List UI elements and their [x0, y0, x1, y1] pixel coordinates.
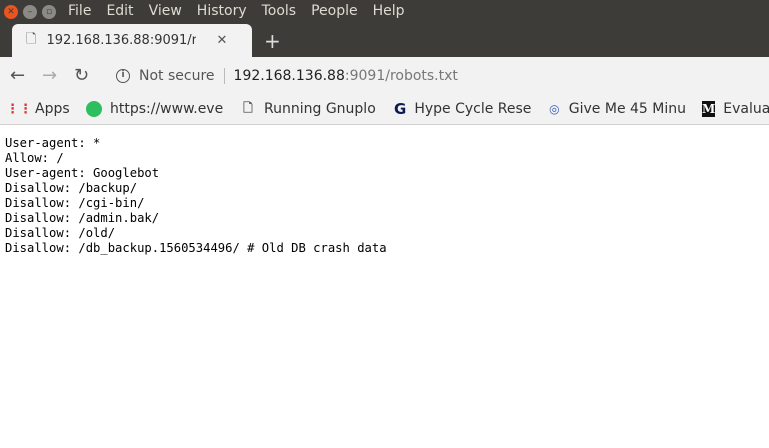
- back-icon[interactable]: ←: [10, 65, 25, 86]
- tab-strip: 🗋 192.168.136.88:9091/robo ✕ +: [0, 24, 769, 57]
- menu-edit[interactable]: Edit: [106, 3, 133, 19]
- url-host: 192.168.136.88: [233, 68, 345, 84]
- tab-robots[interactable]: 🗋 192.168.136.88:9091/robo ✕: [12, 24, 252, 57]
- divider: [223, 68, 225, 84]
- toolbar: ← → ↻ i Not secure 192.168.136.88 :9091/…: [0, 57, 769, 95]
- bookmark-hype-cycle[interactable]: G Hype Cycle Resea: [394, 101, 532, 117]
- forward-icon[interactable]: →: [42, 65, 57, 86]
- evernote-icon: [86, 101, 102, 117]
- reload-icon[interactable]: ↻: [74, 65, 89, 86]
- minimize-window-button[interactable]: –: [23, 5, 37, 19]
- page-icon: 🗋: [243, 101, 253, 115]
- menu-people[interactable]: People: [311, 3, 358, 19]
- security-label[interactable]: Not secure: [139, 68, 215, 84]
- gartner-g-icon: G: [394, 101, 407, 117]
- maximize-window-button[interactable]: ▫: [42, 5, 56, 19]
- site-icon: ◎: [549, 102, 560, 116]
- close-window-button[interactable]: ✕: [4, 5, 18, 19]
- menu-help[interactable]: Help: [373, 3, 405, 19]
- url-path: :9091/robots.txt: [344, 68, 458, 84]
- close-tab-icon[interactable]: ✕: [216, 33, 227, 48]
- address-bar[interactable]: i Not secure 192.168.136.88 :9091/robots…: [106, 62, 769, 90]
- medium-icon: M: [702, 101, 716, 117]
- bookmarks-bar: ⋮⋮ Apps https://www.eve 🗋 Running Gnuplo G…: [0, 95, 769, 125]
- page-icon: 🗋: [26, 31, 37, 47]
- menu-file[interactable]: File: [68, 3, 91, 19]
- menu-history[interactable]: History: [197, 3, 247, 19]
- menu-bar: File Edit View History Tools People Help: [68, 3, 420, 19]
- robots-txt-content: User-agent: * Allow: / User-agent: Googl…: [5, 136, 387, 255]
- bookmark-medium[interactable]: M Evalua: [702, 101, 769, 117]
- bookmark-evernote[interactable]: https://www.eve: [86, 101, 226, 117]
- bookmark-apps[interactable]: ⋮⋮ Apps: [11, 101, 70, 117]
- tab-title: 192.168.136.88:9091/robo: [46, 33, 197, 48]
- menu-view[interactable]: View: [149, 3, 182, 19]
- apps-grid-icon: ⋮⋮: [11, 101, 32, 117]
- title-bar: ✕ – ▫ File Edit View History Tools Peopl…: [0, 0, 769, 24]
- menu-tools[interactable]: Tools: [262, 3, 297, 19]
- bookmark-gnuplot[interactable]: 🗋 Running Gnuplo: [240, 101, 378, 117]
- info-icon[interactable]: i: [116, 69, 130, 83]
- bookmark-give-me-45[interactable]: ◎ Give Me 45 Minu: [548, 101, 686, 117]
- new-tab-button[interactable]: +: [264, 29, 281, 53]
